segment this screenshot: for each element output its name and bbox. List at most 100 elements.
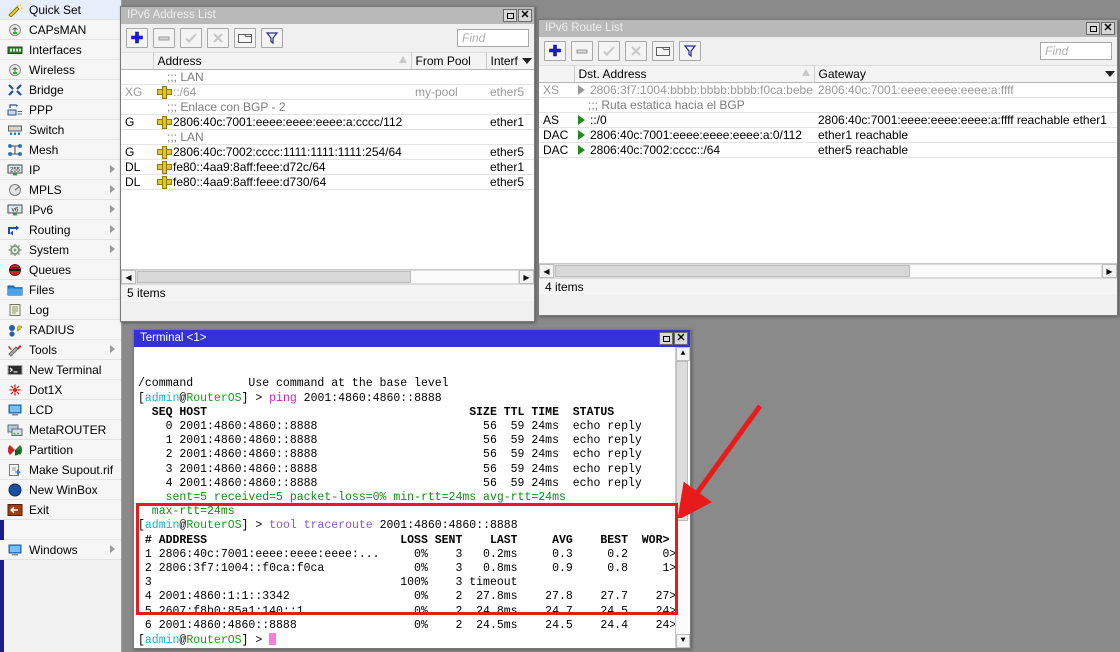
maximize-button[interactable] — [1086, 22, 1100, 35]
comment-button[interactable] — [652, 41, 674, 61]
comment-button[interactable] — [234, 28, 256, 48]
ipv6-route-list-window[interactable]: IPv6 Route List ✕ Find — [538, 19, 1118, 316]
sidebar-item-bridge[interactable]: Bridge — [0, 80, 121, 100]
vscroll-track[interactable] — [676, 361, 690, 634]
add-button[interactable] — [126, 28, 148, 48]
table-row[interactable]: ;;; Enlace con BGP - 2 — [121, 100, 534, 115]
table-row[interactable]: ;;; LAN — [121, 130, 534, 145]
sidebar-item-windows[interactable]: Windows — [0, 540, 121, 560]
disable-button[interactable] — [625, 41, 647, 61]
sidebar-item-make-supout-rif[interactable]: Make Supout.rif — [0, 460, 121, 480]
table-row[interactable]: ;;; Ruta estatica hacia el BGP — [539, 98, 1117, 113]
sidebar-item-dot1x[interactable]: Dot1X — [0, 380, 121, 400]
chevron-down-icon[interactable] — [1105, 71, 1115, 77]
sidebar-item-mpls[interactable]: MPLS — [0, 180, 121, 200]
maximize-button[interactable] — [503, 9, 517, 22]
sidebar-item-label: LCD — [29, 404, 53, 416]
sidebar-item-new-terminal[interactable]: New Terminal — [0, 360, 121, 380]
terminal-line: 3 2001:4860:4860::8888 56 59 24ms echo r… — [138, 463, 690, 477]
sidebar-item-wireless[interactable]: Wireless — [0, 60, 121, 80]
hscroll-thumb[interactable] — [137, 271, 411, 283]
terminal-line: 2 2001:4860:4860::8888 56 59 24ms echo r… — [138, 448, 690, 462]
table-row[interactable]: G2806:40c:7001:eeee:eeee:eeee:a:cccc/112… — [121, 115, 534, 130]
scroll-left-icon[interactable]: ◀ — [539, 264, 554, 278]
sidebar-item-quick-set[interactable]: Quick Set — [0, 0, 121, 20]
sidebar-item-lcd[interactable]: LCD — [0, 400, 121, 420]
search-input[interactable]: Find — [457, 29, 529, 47]
close-button[interactable]: ✕ — [674, 332, 688, 345]
sidebar-item-ip[interactable]: 255IP — [0, 160, 121, 180]
sidebar-item-exit[interactable]: Exit — [0, 500, 121, 520]
scroll-left-icon[interactable]: ◀ — [121, 270, 136, 284]
sidebar-item-capsman[interactable]: CAPsMAN — [0, 20, 121, 40]
scroll-down-icon[interactable]: ▼ — [676, 634, 690, 648]
terminal-line: # ADDRESS LOSS SENT LAST AVG BEST WOR> — [138, 534, 690, 548]
hscroll-track[interactable] — [136, 270, 519, 284]
sidebar-item-ipv6[interactable]: v6IPv6 — [0, 200, 121, 220]
column-interface[interactable]: Interf — [486, 53, 534, 70]
scroll-up-icon[interactable]: ▲ — [676, 347, 690, 361]
close-button[interactable]: ✕ — [1101, 22, 1115, 35]
column-dst-address[interactable]: Dst. Address — [574, 66, 814, 83]
sidebar-item-routing[interactable]: Routing — [0, 220, 121, 240]
table-row[interactable]: DLfe80::4aa9:8aff:feee:d730/64ether5 — [121, 175, 534, 190]
sidebar-item-metarouter[interactable]: MetaROUTER — [0, 420, 121, 440]
column-flags[interactable] — [121, 53, 153, 70]
terminal-window[interactable]: Terminal <1> ✕ /command Use command at t… — [133, 329, 691, 649]
table-row[interactable]: DAC2806:40c:7001:eeee:eeee:eeee:a:0/112e… — [539, 128, 1117, 143]
row-interface: ether1 — [486, 160, 534, 175]
enable-button[interactable] — [598, 41, 620, 61]
add-button[interactable] — [544, 41, 566, 61]
sidebar-item-partition[interactable]: Partition — [0, 440, 121, 460]
sidebar-item-radius[interactable]: RADIUS — [0, 320, 121, 340]
disable-button[interactable] — [207, 28, 229, 48]
sidebar-item-ppp[interactable]: PPP — [0, 100, 121, 120]
ipv6-address-list-window[interactable]: IPv6 Address List ✕ Find — [120, 6, 535, 322]
table-row[interactable]: ;;; LAN — [121, 70, 534, 85]
sidebar-item-files[interactable]: Files — [0, 280, 121, 300]
terminal-segment: max-rtt=24ms — [138, 505, 235, 518]
sidebar-item-new-winbox[interactable]: New WinBox — [0, 480, 121, 500]
column-address[interactable]: Address — [153, 53, 411, 70]
sidebar-item-queues[interactable]: Queues — [0, 260, 121, 280]
address-table-container[interactable]: Address From Pool Interf ;;; LANXG::/64m… — [121, 52, 534, 269]
close-button[interactable]: ✕ — [518, 9, 532, 22]
table-row[interactable]: XS2806:3f7:1004:bbbb:bbbb:bbbb:f0ca:bebe… — [539, 83, 1117, 98]
chevron-down-icon[interactable] — [522, 58, 532, 64]
terminal-vscrollbar[interactable]: ▲ ▼ — [675, 347, 690, 648]
sidebar-item-system[interactable]: System — [0, 240, 121, 260]
hscroll-track[interactable] — [554, 264, 1102, 278]
sidebar-item-switch[interactable]: Switch — [0, 120, 121, 140]
filter-button[interactable] — [261, 28, 283, 48]
terminal-titlebar[interactable]: Terminal <1> ✕ — [134, 330, 690, 347]
route-marker-icon — [578, 145, 585, 155]
route-window-titlebar[interactable]: IPv6 Route List ✕ — [539, 20, 1117, 37]
route-table-container[interactable]: Dst. Address Gateway XS2806:3f7:1004:bbb… — [539, 65, 1117, 263]
table-row[interactable]: XG::/64my-poolether5 — [121, 85, 534, 100]
vscroll-thumb[interactable] — [676, 361, 688, 521]
search-input[interactable]: Find — [1040, 42, 1112, 60]
table-row[interactable]: AS::/02806:40c:7001:eeee:eeee:eeee:a:fff… — [539, 113, 1117, 128]
table-row[interactable]: G2806:40c:7002:cccc:1111:1111:1111:254/6… — [121, 145, 534, 160]
terminal-output[interactable]: /command Use command at the base level[a… — [134, 347, 690, 648]
sidebar-item-log[interactable]: Log — [0, 300, 121, 320]
sidebar-item-tools[interactable]: Tools — [0, 340, 121, 360]
sidebar-item-interfaces[interactable]: Interfaces — [0, 40, 121, 60]
enable-button[interactable] — [180, 28, 202, 48]
maximize-button[interactable] — [659, 332, 673, 345]
table-row[interactable]: DLfe80::4aa9:8aff:feee:d72c/64ether1 — [121, 160, 534, 175]
column-flags[interactable] — [539, 66, 574, 83]
table-row[interactable]: DAC2806:40c:7002:cccc::/64ether5 reachab… — [539, 143, 1117, 158]
column-gateway[interactable]: Gateway — [814, 66, 1117, 83]
remove-button[interactable] — [153, 28, 175, 48]
sidebar-item-mesh[interactable]: Mesh — [0, 140, 121, 160]
scroll-right-icon[interactable]: ▶ — [1102, 264, 1117, 278]
address-window-titlebar[interactable]: IPv6 Address List ✕ — [121, 7, 534, 24]
scroll-right-icon[interactable]: ▶ — [519, 270, 534, 284]
route-hscrollbar[interactable]: ◀ ▶ — [539, 263, 1117, 278]
hscroll-thumb[interactable] — [555, 265, 910, 277]
filter-button[interactable] — [679, 41, 701, 61]
address-hscrollbar[interactable]: ◀ ▶ — [121, 269, 534, 284]
remove-button[interactable] — [571, 41, 593, 61]
column-from-pool[interactable]: From Pool — [411, 53, 486, 70]
